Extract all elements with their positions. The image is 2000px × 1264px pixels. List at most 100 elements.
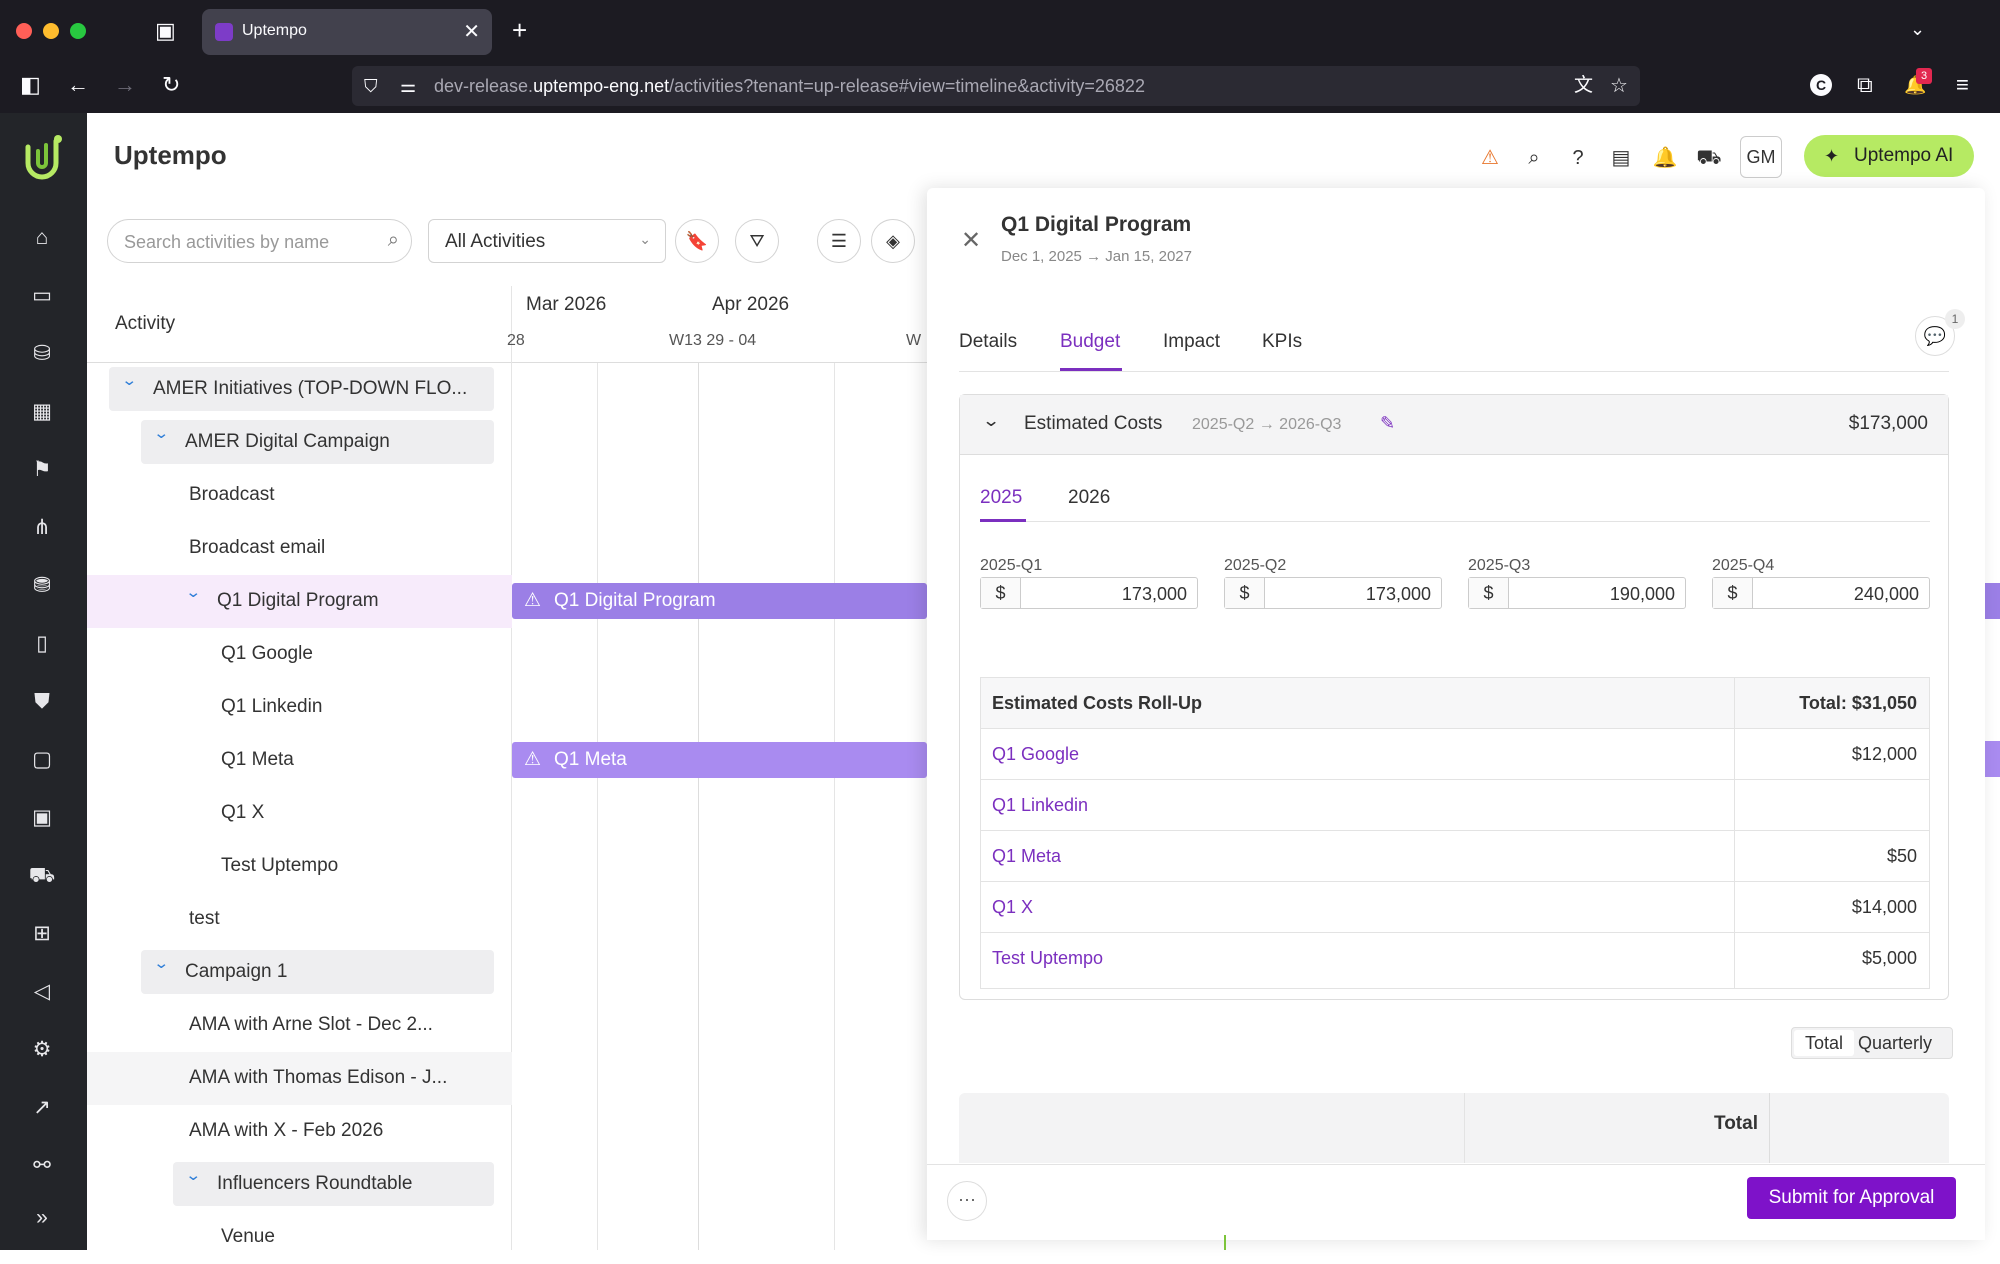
home-icon[interactable]: ⌂ [27,223,57,253]
maximize-window-button[interactable] [70,23,86,39]
activity-row-label[interactable]: AMER Digital Campaign [141,420,494,464]
inbox-icon[interactable]: ▤ [1607,144,1635,172]
close-tab-icon[interactable]: ✕ [463,19,480,44]
activity-row[interactable]: AMA with Thomas Edison - J... [87,1052,512,1105]
activity-row-label[interactable]: Q1 X [205,791,494,835]
activity-row-label[interactable]: Campaign 1 [141,950,494,994]
activity-row[interactable]: Broadcast email [87,522,512,575]
quarter-input[interactable]: $240,000 [1712,577,1930,609]
activity-row-label[interactable]: Influencers Roundtable [173,1162,494,1206]
megaphone-icon[interactable]: ◁ [27,977,57,1007]
chevron-down-icon[interactable]: ⌄ [153,424,169,442]
activity-row-label[interactable]: Venue [205,1215,494,1259]
activity-row[interactable]: Broadcast [87,469,512,522]
browser-window-icon[interactable]: ▢ [27,745,57,775]
grid-table-icon[interactable]: ▦ [27,397,57,427]
timeline-bar[interactable]: ⚠ Q1 Meta [512,742,927,778]
rollup-activity-link[interactable]: Q1 Linkedin [992,795,1088,816]
activity-row[interactable]: Test Uptempo [87,840,512,893]
cart-icon[interactable]: ⛟ [27,861,57,891]
uptempo-logo[interactable] [20,133,66,183]
flag-icon[interactable]: ⚑ [27,455,57,485]
chevron-down-icon[interactable]: ⌄ [153,954,169,972]
new-tab-icon[interactable]: + [512,17,527,43]
tab-details[interactable]: Details [959,331,1017,353]
calendar-icon[interactable]: ▭ [27,281,57,311]
url-text[interactable]: dev-release.uptempo-eng.net/activities?t… [434,76,1145,97]
user-avatar[interactable]: GM [1740,136,1782,178]
coins-icon[interactable]: ⛁ [27,339,57,369]
activity-row[interactable]: test [87,893,512,946]
paint-bucket-button[interactable]: ◈ [871,219,915,263]
bookmark-button[interactable]: 🔖 [675,219,719,263]
close-icon[interactable]: ✕ [961,226,981,255]
chevron-down-icon[interactable]: ⌄ [121,371,137,389]
bell-icon[interactable]: 🔔 [1651,144,1679,172]
expand-nav-icon[interactable]: » [27,1203,57,1233]
submit-for-approval-button[interactable]: Submit for Approval [1747,1177,1956,1219]
quarter-input[interactable]: $173,000 [980,577,1198,609]
activity-row-label[interactable]: Q1 Digital Program [173,579,494,623]
activity-row[interactable]: Influencers Roundtable ⌄ [87,1158,512,1211]
activity-row-label[interactable]: AMA with X - Feb 2026 [173,1109,494,1153]
reload-icon[interactable]: ↻ [162,74,180,96]
minimize-window-button[interactable] [43,23,59,39]
total-quarterly-toggle[interactable]: Total Quarterly [1791,1027,1953,1059]
activity-row[interactable]: AMA with Arne Slot - Dec 2... [87,999,512,1052]
activity-row[interactable]: Q1 X [87,787,512,840]
warning-icon[interactable]: ⚠ [1476,144,1504,172]
activity-row[interactable]: AMER Digital Campaign ⌄ [87,416,512,469]
edit-pencil-icon[interactable]: ✎ [1380,413,1395,434]
search-icon[interactable]: ⌕ [1520,144,1548,172]
forward-icon[interactable]: → [114,74,136,96]
year-tab-2026[interactable]: 2026 [1068,487,1110,509]
cart-header-icon[interactable]: ⛟ [1695,144,1723,172]
menu-icon[interactable]: ≡ [1956,74,1969,96]
activity-row-label[interactable]: Test Uptempo [205,844,494,888]
activity-row[interactable]: Q1 Linkedin [87,681,512,734]
activities-filter-dropdown[interactable]: All Activities ⌄ [428,219,666,263]
activity-row-label[interactable]: Broadcast [173,473,494,517]
more-options-button[interactable]: ··· [947,1181,987,1221]
database-icon[interactable]: ⛃ [27,571,57,601]
tab-list-chevron-icon[interactable]: ⌄ [1910,18,1925,40]
chevron-down-icon[interactable]: ⌄ [982,411,1001,431]
chevron-down-icon[interactable]: ⌄ [185,1166,201,1184]
activity-row[interactable]: Campaign 1 ⌄ [87,946,512,999]
rollup-activity-link[interactable]: Q1 X [992,897,1033,918]
display-options-button[interactable]: ☰ [817,219,861,263]
toggle-quarterly[interactable]: Quarterly [1858,1030,1932,1056]
tab-overview-icon[interactable]: ▣ [155,20,176,42]
timeline-bar[interactable]: ⚠ Q1 Digital Program [512,583,927,619]
activity-row-label[interactable]: AMA with Thomas Edison - J... [173,1056,494,1100]
chart-export-icon[interactable]: ↗ [27,1093,57,1123]
quarter-input[interactable]: $190,000 [1468,577,1686,609]
activity-row-label[interactable]: Q1 Google [205,632,494,676]
activity-row[interactable]: Q1 Meta [87,734,512,787]
apps-grid-icon[interactable]: ⊞ [27,919,57,949]
shield-icon[interactable]: ⛉ [364,75,378,97]
activity-row-label[interactable]: AMA with Arne Slot - Dec 2... [173,1003,494,1047]
url-bar[interactable]: ⛉ ⚌ dev-release.uptempo-eng.net/activiti… [352,66,1640,106]
help-icon[interactable]: ? [1564,144,1592,172]
calendar-check-icon[interactable]: ▣ [27,803,57,833]
translate-icon[interactable]: 文 [1574,75,1593,97]
toggle-total[interactable]: Total [1794,1030,1854,1056]
year-tab-2025[interactable]: 2025 [980,487,1022,509]
rollup-activity-link[interactable]: Q1 Meta [992,846,1061,867]
badge-icon[interactable]: ⛊ [27,687,57,717]
activity-search-input[interactable]: Search activities by name ⌕ [107,219,412,263]
sidebar-toggle-icon[interactable]: ◧ [20,74,41,96]
extensions-icon[interactable]: ⧉ [1857,74,1873,96]
activity-row-label[interactable]: Q1 Linkedin [205,685,494,729]
link-icon[interactable]: ⚯ [27,1151,57,1181]
settings-gear-icon[interactable]: ⚙ [27,1035,57,1065]
extension-c-icon[interactable]: C [1810,74,1832,96]
activity-row-label[interactable]: AMER Initiatives (TOP-DOWN FLO... [109,367,494,411]
activity-row-label[interactable]: Q1 Meta [205,738,494,782]
share-nodes-icon[interactable]: ⋔ [27,513,57,543]
browser-tab[interactable]: Uptempo ✕ [202,9,492,55]
uptempo-ai-button[interactable]: ✦ Uptempo AI [1804,135,1974,177]
activity-row-label[interactable]: Broadcast email [173,526,494,570]
tab-budget[interactable]: Budget [1060,331,1120,353]
